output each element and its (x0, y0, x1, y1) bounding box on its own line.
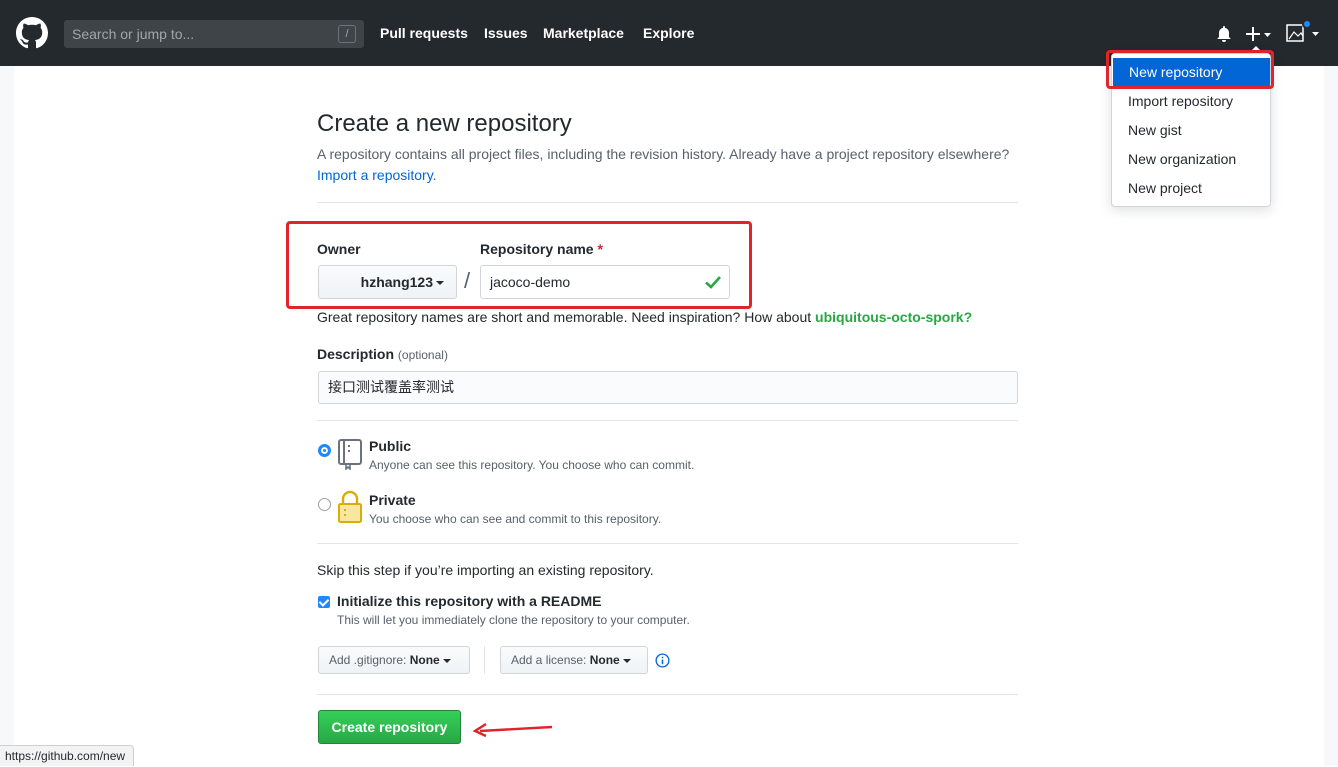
license-select[interactable]: Add a license: None (500, 646, 648, 674)
plus-dropdown-icon[interactable] (1246, 26, 1272, 42)
init-readme-description: This will let you immediately clone the … (337, 613, 690, 627)
bell-icon[interactable] (1216, 26, 1232, 42)
select-separator (484, 646, 485, 674)
name-suggestion[interactable]: ubiquitous-octo-spork? (815, 309, 972, 325)
subtitle-text: A repository contains all project files,… (317, 146, 1010, 162)
hint-text: Great repository names are short and mem… (317, 309, 812, 325)
nav-pull-requests[interactable]: Pull requests (380, 25, 468, 41)
private-radio[interactable] (318, 498, 331, 511)
right-page-shade (1324, 66, 1338, 766)
repo-name-hint: Great repository names are short and mem… (317, 309, 972, 325)
description-label: Description (optional) (317, 346, 448, 362)
nav-marketplace[interactable]: Marketplace (543, 25, 624, 41)
divider (317, 420, 1018, 421)
annotation-arrow-icon (472, 722, 553, 738)
page-subtitle: A repository contains all project files,… (317, 144, 1017, 186)
public-description: Anyone can see this repository. You choo… (369, 458, 695, 472)
gitignore-label: Add .gitignore: (329, 653, 407, 667)
divider (317, 202, 1018, 203)
gitignore-caret-icon (442, 658, 451, 663)
status-bar-url: https://github.com/new (0, 745, 135, 766)
nav-issues[interactable]: Issues (484, 25, 528, 41)
gitignore-select[interactable]: Add .gitignore: None (318, 646, 470, 674)
github-logo-icon[interactable] (16, 17, 48, 49)
page-title: Create a new repository (317, 110, 572, 137)
annotation-highlight-owner-repo (286, 221, 752, 309)
menu-item-new-organization[interactable]: New organization (1112, 145, 1270, 174)
menu-item-new-project[interactable]: New project (1112, 174, 1270, 203)
repo-book-icon (338, 439, 362, 470)
description-label-text: Description (317, 346, 395, 362)
search-input[interactable] (64, 20, 364, 48)
search-shortcut-hint: / (338, 25, 356, 43)
description-input[interactable]: 接口测试覆盖率测试 (318, 371, 1018, 404)
import-repository-link[interactable]: Import a repository. (317, 167, 437, 183)
license-value: None (589, 653, 620, 667)
nav-explore[interactable]: Explore (643, 25, 694, 41)
search-box[interactable]: / (64, 20, 364, 48)
notification-dot (1302, 19, 1312, 29)
menu-item-new-gist[interactable]: New gist (1112, 116, 1270, 145)
license-caret-icon (622, 658, 631, 663)
divider (317, 543, 1018, 544)
left-page-shade (0, 66, 14, 746)
init-readme-label[interactable]: Initialize this repository with a README (337, 593, 601, 609)
init-readme-checkbox[interactable] (318, 596, 330, 608)
annotation-highlight-new-repository (1106, 50, 1274, 89)
menu-item-import-repository[interactable]: Import repository (1112, 87, 1270, 116)
optional-tag: (optional) (397, 348, 448, 362)
private-description: You choose who can see and commit to thi… (369, 512, 662, 526)
private-title: Private (369, 492, 416, 508)
skip-step-text: Skip this step if you’re importing an ex… (317, 562, 654, 578)
info-icon[interactable] (655, 653, 670, 668)
divider (317, 694, 1018, 695)
gitignore-value: None (409, 653, 440, 667)
lock-icon (338, 490, 362, 523)
public-title: Public (369, 438, 412, 454)
license-label: Add a license: (511, 653, 587, 667)
create-repository-button[interactable]: Create repository (318, 710, 461, 744)
public-radio[interactable] (318, 444, 331, 457)
